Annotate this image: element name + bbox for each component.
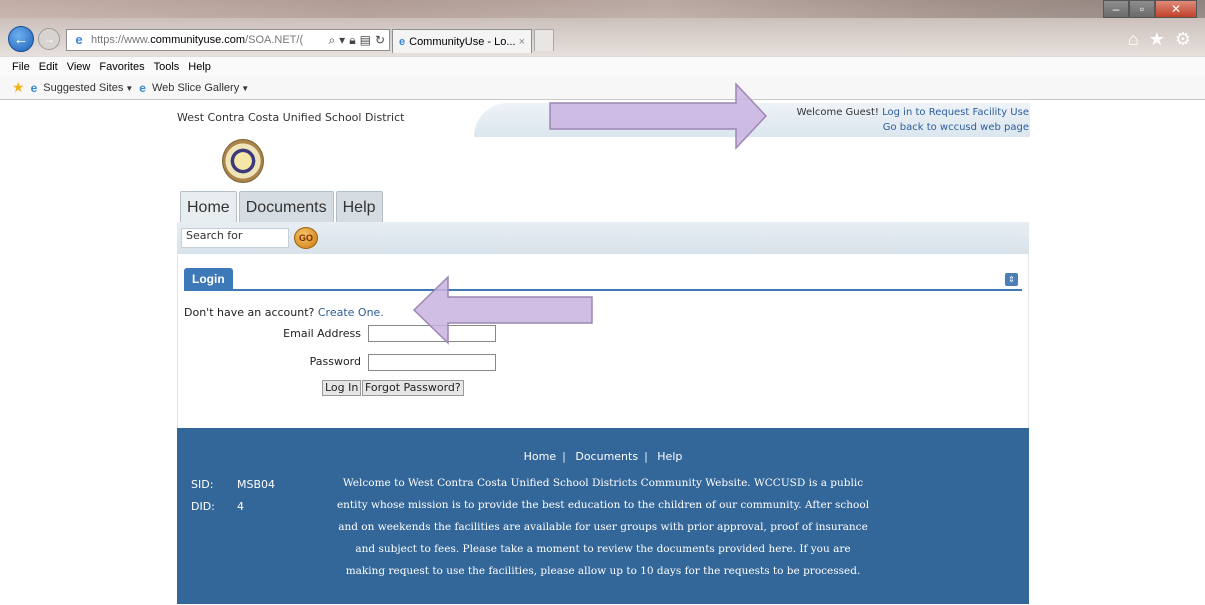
footer-documents-link[interactable]: Documents	[569, 450, 644, 463]
ie-suggested-icon: e	[30, 80, 38, 95]
welcome-area: Welcome Guest! Log in to Request Facilit…	[797, 105, 1029, 135]
create-account-link[interactable]: Create One.	[318, 306, 384, 319]
tab-close-icon[interactable]: ×	[519, 36, 525, 48]
menu-tools[interactable]: Tools	[154, 61, 180, 73]
login-button[interactable]: Log In	[322, 380, 362, 396]
district-name: West Contra Costa Unified School Distric…	[177, 111, 405, 124]
address-bar[interactable]: e https://www.communityuse.com/SOA.NET/(…	[66, 29, 390, 51]
favorites-star-icon[interactable]: ★	[1149, 29, 1165, 50]
footer-help-link[interactable]: Help	[651, 450, 688, 463]
footer-links: Home | Documents | Help	[177, 450, 1029, 463]
search-icon[interactable]: ⌕	[328, 33, 335, 48]
divider	[184, 289, 1022, 291]
ie-tab-icon: e	[399, 35, 406, 48]
home-icon[interactable]: ⌂	[1128, 29, 1139, 50]
welcome-paragraph: Welcome to West Contra Costa Unified Sch…	[336, 477, 870, 577]
browser-toolbar-icons: ⌂ ★ ⚙	[1128, 29, 1191, 50]
close-window-button[interactable]: ✕	[1155, 0, 1197, 18]
login-request-link[interactable]: Log in to Request Facility Use	[882, 107, 1029, 118]
ie-webslice-icon: e	[139, 80, 146, 95]
district-seal-logo	[222, 139, 264, 183]
tab-title: CommunityUse - Lo...	[409, 35, 516, 48]
back-to-wccusd-link[interactable]: Go back to wccusd web page	[883, 122, 1029, 133]
ie-page-icon: e	[75, 32, 83, 47]
forward-button[interactable]: →	[38, 28, 60, 50]
annotation-arrow-left	[412, 275, 593, 345]
collapse-panel-icon[interactable]: ⇕	[1005, 273, 1018, 286]
refresh-icon[interactable]: ↻	[375, 33, 385, 48]
web-page: West Contra Costa Unified School Distric…	[0, 100, 1205, 605]
no-account-text: Don't have an account? Create One.	[184, 306, 384, 319]
forgot-password-button[interactable]: Forgot Password?	[362, 380, 464, 396]
browser-tab[interactable]: e CommunityUse - Lo... ×	[392, 29, 532, 53]
restore-button[interactable]: ▫	[1129, 0, 1155, 18]
did-value: 4	[237, 500, 244, 513]
login-panel-title: Login	[184, 268, 233, 290]
suggested-sites-link[interactable]: Suggested Sites ▼	[43, 82, 133, 94]
menu-favorites[interactable]: Favorites	[99, 61, 144, 73]
url-text[interactable]: https://www.communityuse.com/SOA.NET/(	[91, 34, 328, 46]
footer-home-link[interactable]: Home	[518, 450, 562, 463]
menu-file[interactable]: File	[12, 61, 30, 73]
sid-value: MSB04	[237, 478, 276, 491]
site-ids: SID: MSB04 DID: 4	[191, 474, 275, 518]
forward-arrow-icon: →	[43, 32, 55, 46]
menu-help[interactable]: Help	[188, 61, 211, 73]
menu-view[interactable]: View	[67, 61, 91, 73]
window-controls: – ▫ ✕	[1103, 0, 1197, 18]
compatibility-view-icon[interactable]: ▤	[360, 33, 371, 48]
minimize-button[interactable]: –	[1103, 0, 1129, 18]
did-label: DID:	[191, 500, 215, 513]
login-section: Login ⇕ Don't have an account? Create On…	[177, 254, 1029, 428]
dropdown-caret-icon[interactable]: ▾	[339, 33, 345, 48]
go-button[interactable]: GO	[294, 227, 318, 249]
tab-home[interactable]: Home	[180, 191, 237, 222]
add-favorite-icon[interactable]: ★	[12, 79, 25, 96]
page-nav-tabs: Home Documents Help	[180, 191, 383, 222]
email-label: Email Address	[283, 327, 361, 340]
password-field[interactable]	[368, 354, 496, 371]
password-label: Password	[309, 355, 361, 368]
annotation-arrow-right	[549, 82, 768, 150]
gear-icon[interactable]: ⚙	[1175, 29, 1191, 50]
back-button[interactable]: ←	[8, 26, 34, 52]
lock-icon[interactable]: 🔒︎	[349, 33, 355, 48]
search-input[interactable]: Search for	[181, 228, 289, 248]
tab-help[interactable]: Help	[335, 191, 383, 222]
search-bar: Search for GO	[177, 222, 1029, 254]
menu-edit[interactable]: Edit	[39, 61, 58, 73]
welcome-text: Welcome Guest!	[796, 107, 879, 118]
tab-documents[interactable]: Documents	[238, 191, 334, 222]
footer: Home | Documents | Help SID: MSB04 DID: 4 We…	[177, 428, 1029, 604]
sid-label: SID:	[191, 478, 214, 491]
back-arrow-icon: ←	[13, 30, 29, 48]
menu-bar: File Edit View Favorites Tools Help	[0, 56, 1205, 76]
new-tab-button[interactable]	[534, 29, 554, 51]
web-slice-gallery-link[interactable]: Web Slice Gallery ▼	[152, 82, 249, 94]
